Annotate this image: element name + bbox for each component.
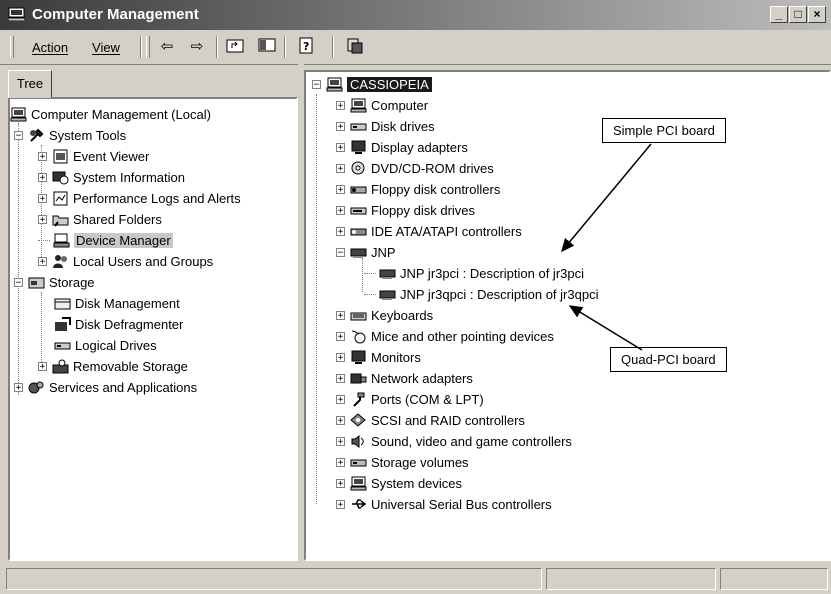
arrow-quad-pci <box>568 305 643 351</box>
arrow-simple-pci <box>561 143 652 253</box>
callout-arrows <box>561 143 652 351</box>
status-panel <box>546 568 716 590</box>
status-bar <box>0 564 831 594</box>
status-panel <box>720 568 828 590</box>
tab-tree[interactable]: Tree <box>8 70 52 98</box>
status-panel <box>6 568 542 590</box>
